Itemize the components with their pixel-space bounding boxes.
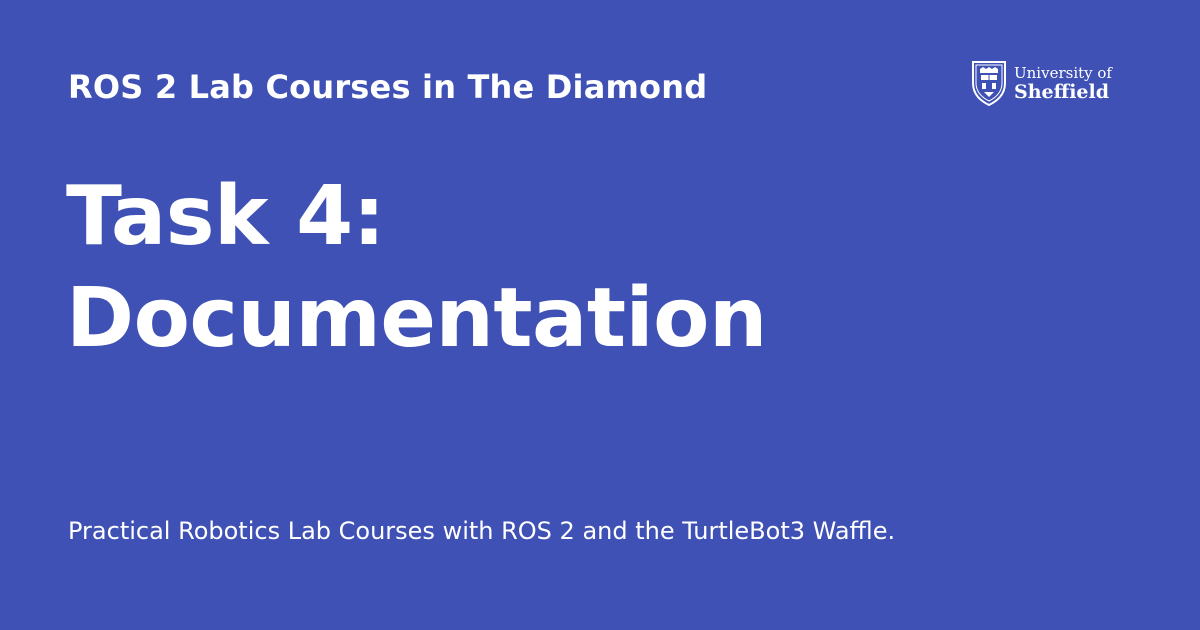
- page-description: Practical Robotics Lab Courses with ROS …: [68, 517, 896, 545]
- university-logo: University of Sheffield: [970, 58, 1120, 108]
- logo-line2: Sheffield: [1014, 81, 1110, 103]
- university-crest-icon: [972, 61, 1006, 107]
- page-title-line2: Documentation: [66, 271, 767, 366]
- social-card: ROS 2 Lab Courses in The Diamond Univers…: [0, 0, 1200, 630]
- site-title: ROS 2 Lab Courses in The Diamond: [68, 68, 708, 106]
- page-title-line1: Task 4:: [66, 169, 385, 264]
- logo-wordmark: University of Sheffield: [1014, 64, 1112, 102]
- page-title: Task 4: Documentation: [66, 166, 966, 370]
